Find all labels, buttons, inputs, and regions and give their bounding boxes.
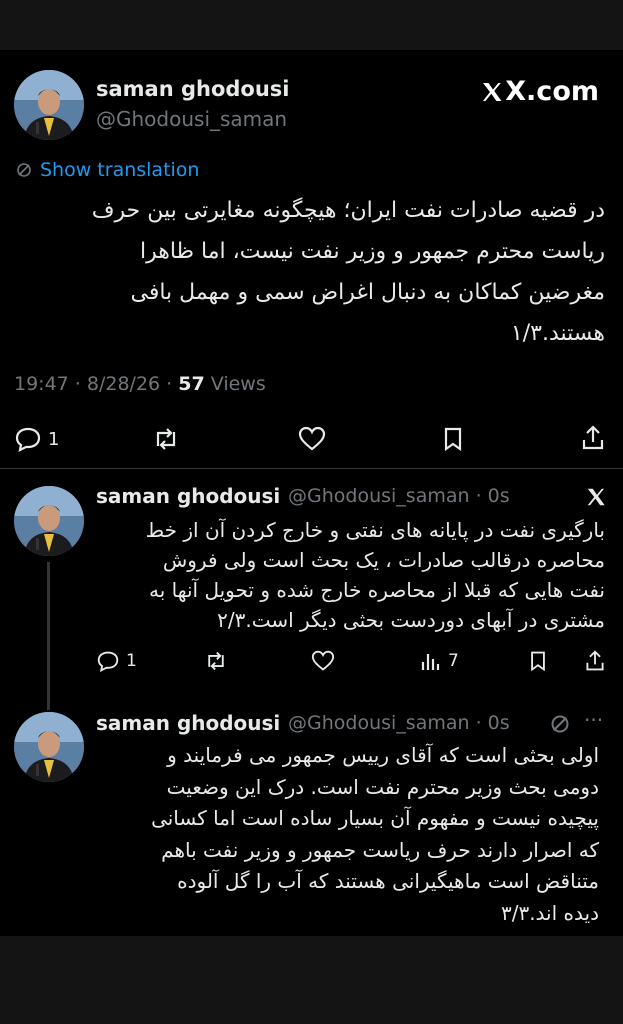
tweet-line: اولی بحثی است که آقای رییس جمهور می فرما… (167, 743, 599, 767)
tweet-line: در قضیه صادرات نفت ایران؛ هیچگونه مغایرت… (91, 198, 605, 223)
x-logo-icon (483, 82, 502, 101)
tweet-line: مشتری در آبهای دوردست بحثی دیگر است.۲/۳ (217, 608, 605, 632)
reply-button[interactable]: 1 (96, 650, 137, 672)
tweet-line: متناقض است ماهیگیرانی هستند که آب را گل … (177, 869, 599, 893)
heart-icon (298, 426, 326, 451)
reply-2-text: اولی بحثی است که آقای رییس جمهور می فرما… (79, 740, 599, 929)
reply-icon (97, 651, 119, 672)
avatar-photo-icon (14, 70, 84, 140)
tweet-line: پیچیده نیست و مفهوم آن بسیار ساده است ام… (151, 806, 599, 830)
repost-icon (208, 651, 224, 671)
bookmark-button[interactable] (441, 426, 465, 452)
bookmark-button[interactable] (527, 650, 549, 672)
reply-1-text: بارگیری نفت در پایانه های نفتی و خارج کر… (85, 515, 605, 635)
translation-label: Show translation (40, 159, 200, 181)
translate-icon (17, 163, 31, 177)
share-button[interactable] (584, 649, 606, 673)
reply-count: 1 (126, 651, 137, 671)
views-label: Views (204, 373, 266, 395)
tweet-line: دیده اند.۳/۳ (500, 900, 599, 925)
tweet-line: بارگیری نفت در پایانه های نفتی و خارج کر… (145, 518, 605, 542)
avatar[interactable] (14, 486, 84, 556)
brand-text: X.com (505, 76, 599, 107)
tweet-line: ریاست محترم جمهور و وزیر نفت نیست، اما ظ… (139, 239, 605, 264)
author-handle[interactable]: @Ghodousi_saman (96, 107, 287, 131)
translate-toggle[interactable] (550, 714, 570, 738)
reply-icon (15, 427, 41, 452)
thread-connector (47, 562, 50, 710)
analytics-icon (421, 654, 440, 670)
avatar[interactable] (14, 70, 84, 140)
share-icon (586, 650, 604, 671)
avatar-photo-icon (14, 486, 84, 556)
x-logo-icon (587, 488, 605, 506)
bookmark-icon (531, 651, 545, 672)
tweet-line: مغرضین کماکان به دنبال اغراض سمی و مهمل … (130, 280, 605, 305)
share-button[interactable] (580, 424, 606, 452)
views-button[interactable]: 7 (420, 650, 459, 672)
translate-icon (551, 715, 569, 733)
screenshot-frame: saman ghodousi @Ghodousi_saman X.com Sho… (0, 50, 623, 936)
x-logo-small (585, 486, 607, 512)
like-button[interactable] (310, 650, 336, 672)
author-name[interactable]: saman ghodousi (96, 711, 280, 735)
tweet-timestamp[interactable]: 19:47 · 8/28/26 · (14, 373, 178, 395)
reply-count: 1 (48, 428, 60, 450)
heart-icon (311, 650, 335, 671)
more-options-button[interactable]: ··· (584, 708, 603, 732)
avatar-photo-icon (14, 712, 84, 782)
share-icon (582, 425, 604, 450)
author-handle[interactable]: @Ghodousi_saman · 0s (288, 485, 510, 507)
tweet-line: محاصره درقالب صادرات ، یک بحث است ولی فر… (162, 548, 605, 572)
x-brand-label: X.com (480, 76, 599, 107)
main-tweet-text: در قضیه صادرات نفت ایران؛ هیچگونه مغایرت… (15, 190, 605, 354)
tweet-line: هستند.۱/۳ (510, 321, 605, 346)
show-translation-link[interactable]: Show translation (16, 159, 199, 181)
divider (0, 468, 623, 469)
author-handle[interactable]: @Ghodousi_saman · 0s (288, 712, 510, 734)
avatar[interactable] (14, 712, 84, 782)
reply-button[interactable]: 1 (14, 426, 59, 452)
author-name[interactable]: saman ghodousi (96, 484, 280, 508)
repost-button[interactable] (204, 650, 228, 672)
views-count: 7 (448, 651, 459, 671)
bookmark-icon (444, 427, 462, 452)
like-button[interactable] (297, 426, 327, 452)
tweet-line: دومی بحث وزیر محترم نفت است. درک این وضع… (166, 774, 599, 799)
repost-button[interactable] (152, 426, 180, 452)
views-count[interactable]: 57 (178, 373, 204, 395)
author-name[interactable]: saman ghodousi (96, 77, 290, 101)
repost-icon (156, 428, 176, 450)
tweet-line: نفت هایی که قبلا از محاصره خارج شده و تح… (149, 578, 605, 602)
tweet-line: که اصرار دارند حرف ریاست جمهور و وزیر نف… (161, 837, 599, 862)
tweet-meta: 19:47 · 8/28/26 · 57 Views (14, 373, 266, 395)
